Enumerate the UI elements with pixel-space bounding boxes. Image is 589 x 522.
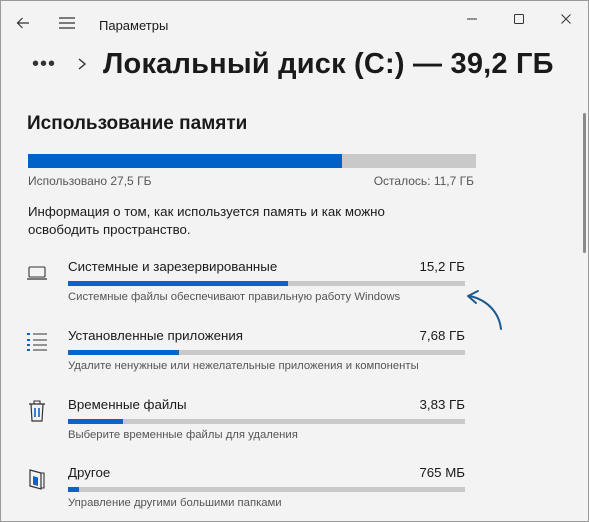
category-size: 15,2 ГБ xyxy=(419,259,465,274)
trash-icon xyxy=(25,397,49,425)
category-usage-fill xyxy=(68,419,124,424)
category-name: Другое xyxy=(68,465,111,480)
minimize-icon xyxy=(467,18,477,20)
category-temporary-files[interactable]: Временные файлы 3,83 ГБ Выберите временн… xyxy=(1,397,588,457)
total-usage-fill xyxy=(28,154,343,168)
category-usage-fill xyxy=(68,350,179,355)
scrollbar[interactable] xyxy=(583,113,586,253)
minimize-button[interactable] xyxy=(449,1,495,37)
annotation-arrow-icon xyxy=(467,290,502,330)
category-usage-fill xyxy=(68,281,288,286)
category-size: 7,68 ГБ xyxy=(419,328,465,343)
total-usage-bar xyxy=(28,154,476,168)
settings-window: Параметры ••• Локальный диск (C:) — 39,2… xyxy=(0,0,589,522)
section-title: Использование памяти xyxy=(27,113,248,134)
category-usage-bar xyxy=(68,350,465,355)
page-title: Локальный диск (C:) — 39,2 ГБ xyxy=(103,48,554,80)
back-arrow-icon xyxy=(16,17,29,29)
category-installed-apps[interactable]: Установленные приложения 7,68 ГБ Удалите… xyxy=(1,328,588,388)
folder-icon xyxy=(25,465,49,493)
category-name: Системные и зарезервированные xyxy=(68,259,278,274)
title-bar: Параметры xyxy=(1,1,588,49)
breadcrumb-more-button[interactable]: ••• xyxy=(27,53,61,75)
close-icon xyxy=(561,14,571,24)
close-button[interactable] xyxy=(543,1,588,37)
category-name: Установленные приложения xyxy=(68,328,243,343)
app-title: Параметры xyxy=(99,18,169,33)
category-description: Управление другими большими папками xyxy=(68,497,282,509)
hamburger-icon xyxy=(59,17,75,29)
chevron-right-icon xyxy=(78,58,87,70)
maximize-button[interactable] xyxy=(496,1,542,37)
category-size: 765 МБ xyxy=(419,465,465,480)
category-description: Системные файлы обеспечивают правильную … xyxy=(68,291,401,303)
category-size: 3,83 ГБ xyxy=(419,397,465,412)
back-button[interactable] xyxy=(9,9,37,37)
category-name: Временные файлы xyxy=(68,397,187,412)
category-usage-bar xyxy=(68,419,465,424)
laptop-icon xyxy=(25,259,49,287)
category-usage-bar xyxy=(68,487,465,492)
category-description: Удалите ненужные или нежелательные прило… xyxy=(68,360,419,372)
category-other[interactable]: Другое 765 МБ Управление другими большим… xyxy=(1,465,588,521)
used-space-label: Использовано 27,5 ГБ xyxy=(28,174,152,188)
maximize-icon xyxy=(514,14,524,24)
apps-list-icon xyxy=(25,328,49,356)
navigation-menu-button[interactable] xyxy=(53,9,81,37)
info-text: Информация о том, как используется памят… xyxy=(28,204,385,237)
category-description: Выберите временные файлы для удаления xyxy=(68,429,298,441)
free-space-label: Осталось: 11,7 ГБ xyxy=(373,174,474,188)
category-usage-fill xyxy=(68,487,80,492)
category-usage-bar xyxy=(68,281,465,286)
